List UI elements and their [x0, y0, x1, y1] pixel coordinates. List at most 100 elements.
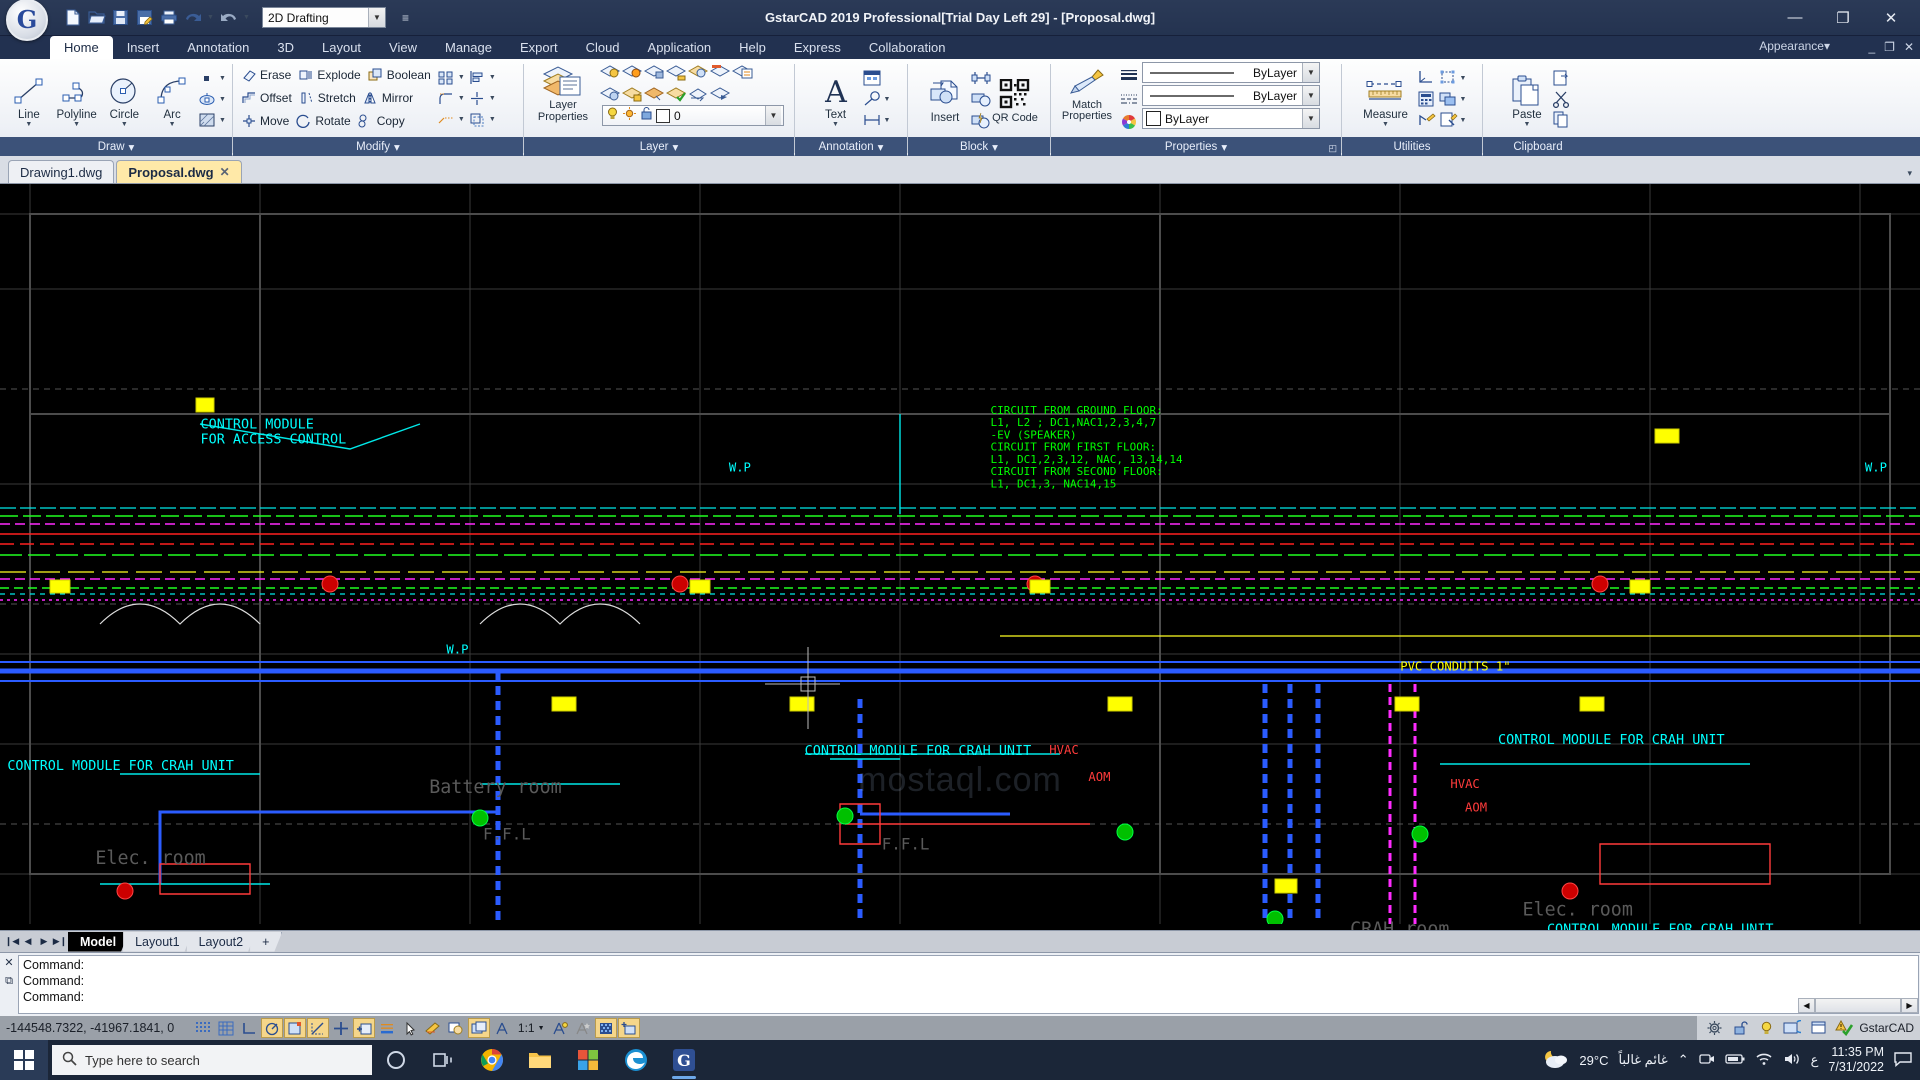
lineweight-select[interactable]: ByLayer ▼ [1142, 85, 1320, 106]
polyline-dropdown-icon[interactable]: ▼ [73, 121, 80, 128]
rectangle-icon[interactable] [196, 68, 218, 89]
snap-mode-toggle[interactable] [192, 1018, 214, 1038]
boolean-button[interactable]: Boolean [365, 63, 435, 86]
last-layout-icon[interactable]: ▶❙ [52, 936, 68, 947]
ribbon-minimize-icon[interactable]: _ [1868, 40, 1875, 54]
stretch-button[interactable]: Stretch [296, 86, 360, 109]
qat-more-icon[interactable]: ≡ [402, 11, 409, 25]
calculator-icon[interactable] [1415, 89, 1437, 110]
hatch-dropdown-icon[interactable]: ▼ [218, 117, 227, 124]
add-viewport-toggle[interactable] [618, 1018, 641, 1038]
maximize-button[interactable]: ❐ [1820, 3, 1866, 33]
insert-block-button[interactable]: Insert [920, 74, 970, 124]
measure-button[interactable]: Measure ▼ [1357, 71, 1415, 128]
text-button[interactable]: A Text ▼ [811, 71, 861, 128]
pin-icon[interactable]: ⧉ [5, 975, 13, 988]
chevron-down-icon[interactable]: ▼ [368, 8, 385, 27]
chrome-icon[interactable] [468, 1040, 516, 1080]
line-button[interactable]: Line ▼ [5, 71, 53, 128]
quick-properties-toggle[interactable] [422, 1018, 444, 1038]
start-button[interactable] [0, 1040, 48, 1080]
break-dropdown-icon[interactable]: ▼ [488, 95, 497, 102]
table-icon[interactable] [861, 68, 883, 89]
copy-button[interactable]: Copy [355, 109, 409, 132]
inquiry-dropdown-icon[interactable]: ▼ [1459, 117, 1468, 124]
tab-annotation[interactable]: Annotation [173, 36, 263, 59]
action-center-icon[interactable] [1894, 1051, 1912, 1070]
lineweight-list-icon[interactable] [1118, 66, 1140, 87]
prev-layout-icon[interactable]: ◀ [20, 936, 36, 947]
cut-icon[interactable] [1551, 89, 1573, 110]
layer-lock-toggle-icon[interactable] [639, 106, 654, 126]
text-dropdown-icon[interactable]: ▼ [832, 121, 839, 128]
tab-express[interactable]: Express [780, 36, 855, 59]
trim-dropdown-icon[interactable]: ▼ [457, 116, 466, 123]
scroll-thumb[interactable] [1815, 998, 1901, 1013]
arc-dropdown-icon[interactable]: ▼ [169, 121, 176, 128]
layer-freeze-toggle-icon[interactable] [622, 106, 637, 126]
layout-tab-layout1[interactable]: Layout1 [123, 932, 192, 952]
undo-dropdown-icon[interactable]: ▼ [206, 14, 215, 21]
paste-button[interactable]: Paste ▼ [1503, 71, 1551, 128]
edge-icon[interactable] [612, 1040, 660, 1080]
save-icon[interactable] [110, 7, 131, 28]
layer-off-icon[interactable] [599, 61, 621, 82]
tab-application[interactable]: Application [634, 36, 726, 59]
chevron-down-icon[interactable]: ▾ [394, 140, 400, 154]
save-as-icon[interactable] [134, 7, 155, 28]
select-similar-icon[interactable] [1437, 68, 1459, 89]
drawing-canvas[interactable]: CONTROL MODULE FOR ACCESS CONTROL CONTROL … [0, 184, 1920, 930]
layer-lock-icon[interactable] [643, 61, 665, 82]
polar-tracking-toggle[interactable] [261, 1018, 284, 1038]
layer-merge-icon[interactable] [643, 83, 665, 104]
dynamic-input-toggle[interactable] [353, 1018, 376, 1038]
clock[interactable]: 11:35 PM 7/31/2022 [1828, 1045, 1884, 1075]
move-button[interactable]: Move [238, 109, 293, 132]
doc-tab-proposal[interactable]: Proposal.dwg ✕ [116, 160, 242, 183]
chevron-down-icon[interactable]: ▾ [878, 140, 884, 154]
layer-match-icon[interactable] [709, 83, 731, 104]
chevron-down-icon[interactable]: ▾ [129, 140, 135, 154]
edit-block-icon[interactable] [970, 89, 992, 110]
close-icon[interactable]: ✕ [220, 165, 230, 179]
ellipse-icon[interactable] [196, 89, 218, 110]
tab-insert[interactable]: Insert [113, 36, 174, 59]
minimize-button[interactable]: — [1772, 3, 1818, 33]
chevron-down-icon[interactable]: ▾ [992, 140, 998, 154]
measure-dropdown-icon[interactable]: ▼ [1382, 121, 1389, 128]
isolate-objects-toggle[interactable] [595, 1018, 618, 1038]
doc-tab-drawing1[interactable]: Drawing1.dwg [8, 160, 115, 183]
inquiry-icon[interactable] [1437, 110, 1459, 131]
dynamic-ucs-toggle[interactable] [330, 1018, 352, 1038]
unlock-icon[interactable] [1729, 1018, 1751, 1038]
window-icon[interactable] [1807, 1018, 1829, 1038]
arc-button[interactable]: Arc ▼ [148, 71, 196, 128]
chevron-down-icon[interactable]: ▼ [1302, 63, 1319, 82]
explode-button[interactable]: Explode [295, 63, 364, 86]
tab-collaboration[interactable]: Collaboration [855, 36, 960, 59]
print-icon[interactable] [158, 7, 179, 28]
close-icon[interactable]: ✕ [4, 956, 13, 969]
current-layer-control[interactable]: 0 ▼ [602, 105, 784, 126]
block-editor-icon[interactable] [970, 110, 992, 131]
layout-tab-model[interactable]: Model [68, 932, 129, 952]
wifi-icon[interactable] [1755, 1052, 1773, 1069]
lineweight-toggle[interactable] [376, 1018, 398, 1038]
select-similar-dropdown-icon[interactable]: ▼ [1459, 75, 1468, 82]
properties-dialog-launcher[interactable]: ◰ [1328, 143, 1337, 154]
grid-display-toggle[interactable] [215, 1018, 237, 1038]
coordinate-display[interactable]: -144548.7322, -41967.1841, 0 [0, 1021, 174, 1035]
annotation-visibility-toggle[interactable] [549, 1018, 571, 1038]
fillet-dropdown-icon[interactable]: ▼ [457, 95, 466, 102]
hatch-icon[interactable] [196, 110, 218, 131]
draw-order-icon[interactable] [1437, 89, 1459, 110]
camera-icon[interactable] [1698, 1052, 1715, 1069]
layer-properties-button[interactable]: Layer Properties [529, 61, 597, 123]
annotation-scale-value[interactable]: 1:1 ▼ [514, 1018, 548, 1038]
layer-walk-icon[interactable] [687, 83, 709, 104]
leader-dropdown-icon[interactable]: ▼ [883, 96, 892, 103]
object-snap-toggle[interactable] [284, 1018, 307, 1038]
ortho-mode-toggle[interactable] [238, 1018, 260, 1038]
annotation-autoscale-toggle[interactable] [572, 1018, 594, 1038]
linetype-select[interactable]: ByLayer ▼ [1142, 62, 1320, 83]
